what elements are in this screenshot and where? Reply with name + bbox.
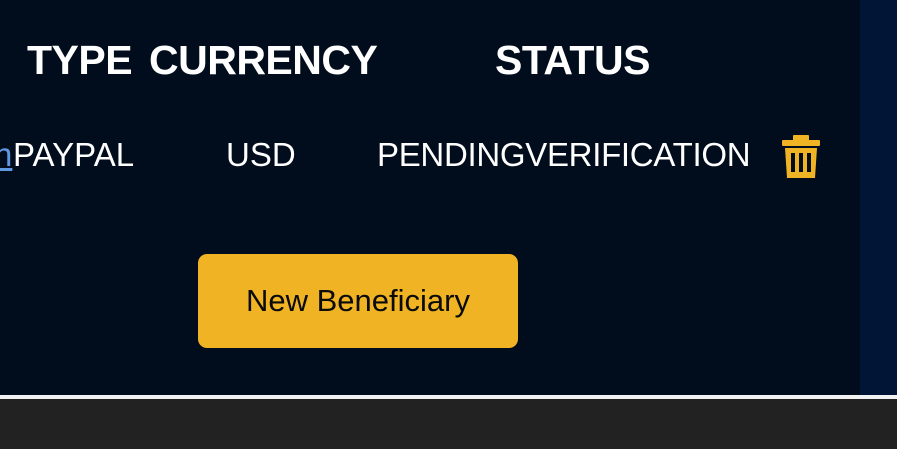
bottom-bar [0,399,897,449]
cell-type: PAYPAL [13,136,135,173]
beneficiary-name-link[interactable]: n [0,136,12,174]
sidebar-strip [860,0,897,395]
column-header-type: TYPE [27,37,133,83]
new-beneficiary-button[interactable]: New Beneficiary [198,254,518,348]
cell-currency: USD [226,136,296,173]
column-header-currency: CURRENCY [149,37,378,83]
cell-status: PENDINGVERIFICATION [377,136,751,173]
trash-icon[interactable] [780,134,822,180]
viewport: TYPE CURRENCY STATUS n PAYPAL USD PENDIN… [0,0,897,449]
beneficiaries-panel: TYPE CURRENCY STATUS n PAYPAL USD PENDIN… [0,0,860,395]
column-header-status: STATUS [495,37,650,83]
